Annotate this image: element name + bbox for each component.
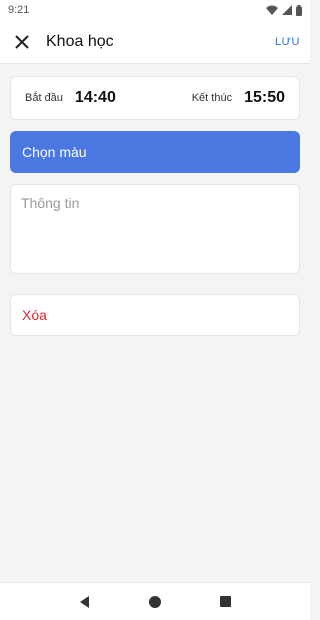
info-card [10, 184, 300, 274]
status-time: 9:21 [8, 4, 30, 16]
start-time[interactable]: 14:40 [75, 89, 116, 107]
save-button[interactable]: LƯU [275, 36, 300, 48]
delete-button[interactable]: Xóa [10, 294, 300, 336]
page-title: Khoa học [46, 32, 114, 50]
time-range-card: Bắt đầu 14:40 Kết thúc 15:50 [10, 76, 300, 120]
battery-icon [296, 4, 302, 16]
choose-color-label: Chọn màu [22, 144, 87, 160]
home-icon [149, 595, 161, 608]
start-label: Bắt đầu [25, 92, 63, 104]
choose-color-button[interactable]: Chọn màu [10, 131, 300, 173]
close-icon [15, 34, 29, 49]
status-bar: 9:21 [0, 0, 310, 20]
nav-recents-button[interactable] [210, 587, 240, 617]
wifi-icon [266, 5, 278, 15]
back-icon [80, 595, 89, 608]
end-time[interactable]: 15:50 [244, 89, 285, 107]
system-nav-bar [0, 582, 310, 620]
status-icons [266, 4, 302, 16]
info-field[interactable] [21, 195, 289, 263]
end-label: Kết thúc [191, 92, 233, 104]
delete-label: Xóa [22, 307, 47, 323]
close-button[interactable] [2, 20, 42, 64]
app-bar: Khoa học LƯU [0, 20, 310, 64]
recents-icon [219, 596, 231, 607]
nav-home-button[interactable] [140, 587, 170, 617]
nav-back-button[interactable] [70, 587, 100, 617]
signal-icon [282, 5, 292, 15]
